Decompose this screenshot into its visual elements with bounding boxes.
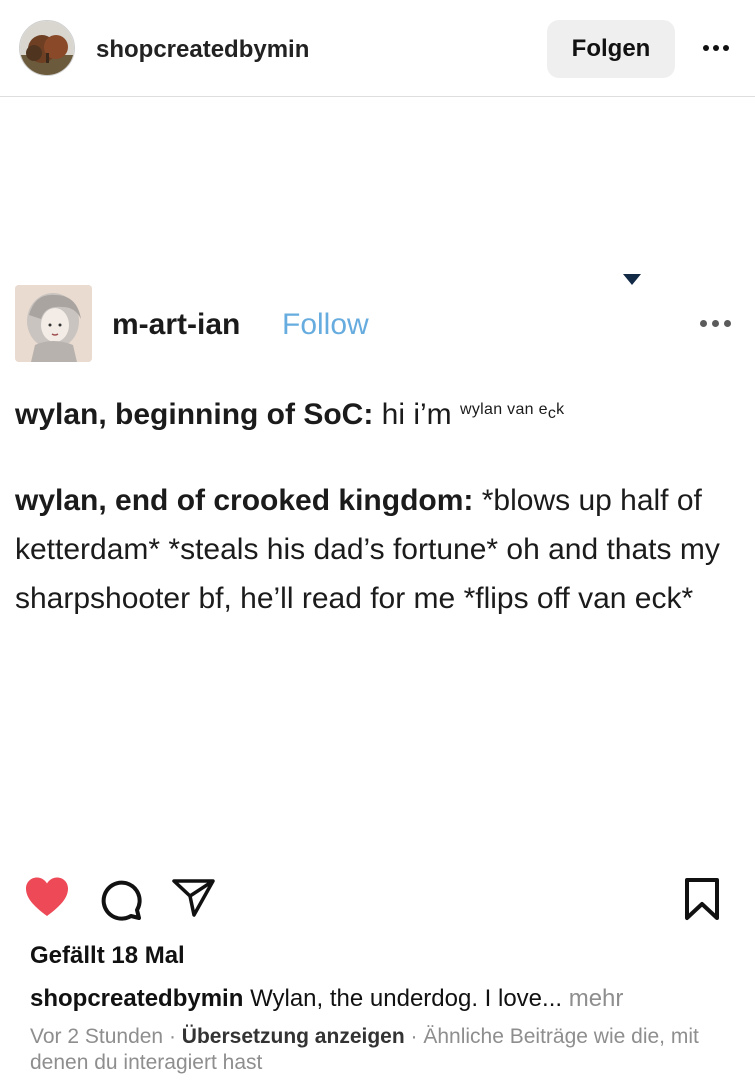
heart-icon[interactable] — [24, 876, 70, 918]
post-paragraph: wylan, end of crooked kingdom: *blows up… — [15, 476, 745, 623]
post-image: m-art-ian Follow wylan, beginning of SoC… — [0, 98, 755, 858]
separator: · — [410, 1025, 418, 1048]
tumblr-username: m-art-ian — [112, 308, 241, 341]
dropdown-caret-icon — [623, 274, 641, 285]
line1-bold: wylan, beginning of SoC: — [15, 398, 374, 431]
dot — [713, 45, 719, 51]
dot — [723, 45, 729, 51]
timestamp: Vor 2 Stunden — [30, 1025, 164, 1048]
bookmark-icon[interactable] — [683, 877, 721, 921]
caption-text: Wylan, the underdog. I love... — [250, 985, 563, 1012]
dot — [703, 45, 709, 51]
tumblr-avatar — [15, 285, 92, 362]
dot — [724, 320, 731, 327]
line1-text: hi i’m — [381, 398, 452, 431]
translate-link[interactable]: Übersetzung anzeigen — [182, 1025, 405, 1048]
dot — [700, 320, 707, 327]
small-name-a: wylan van e — [460, 401, 548, 418]
small-name-b: c — [547, 405, 557, 422]
post-header: shopcreatedbymin Folgen — [0, 0, 755, 97]
avatar[interactable] — [19, 20, 75, 76]
post-meta: Vor 2 Stunden · Übersetzung anzeigen · Ä… — [30, 1024, 730, 1076]
tumblr-more-icon — [700, 320, 731, 327]
more-link[interactable]: mehr — [569, 985, 624, 1012]
separator: · — [168, 1025, 176, 1048]
dot — [712, 320, 719, 327]
small-name: wylan van eck — [460, 401, 565, 422]
post-line-1: wylan, beginning of SoC: hi i’m wylan va… — [15, 398, 564, 432]
more-options-icon[interactable] — [698, 30, 734, 66]
like-count[interactable]: Gefällt 18 Mal — [30, 942, 185, 970]
tumblr-follow-link: Follow — [282, 308, 369, 341]
small-name-c: k — [556, 401, 565, 418]
caption-username[interactable]: shopcreatedbymin — [30, 985, 243, 1012]
para-bold: wylan, end of crooked kingdom: — [15, 484, 474, 517]
action-bar — [0, 872, 755, 926]
follow-button[interactable]: Folgen — [547, 20, 675, 78]
share-icon[interactable] — [172, 878, 216, 918]
caption: shopcreatedbymin Wylan, the underdog. I … — [30, 985, 730, 1013]
comment-icon[interactable] — [99, 878, 143, 922]
header-username[interactable]: shopcreatedbymin — [96, 36, 309, 64]
